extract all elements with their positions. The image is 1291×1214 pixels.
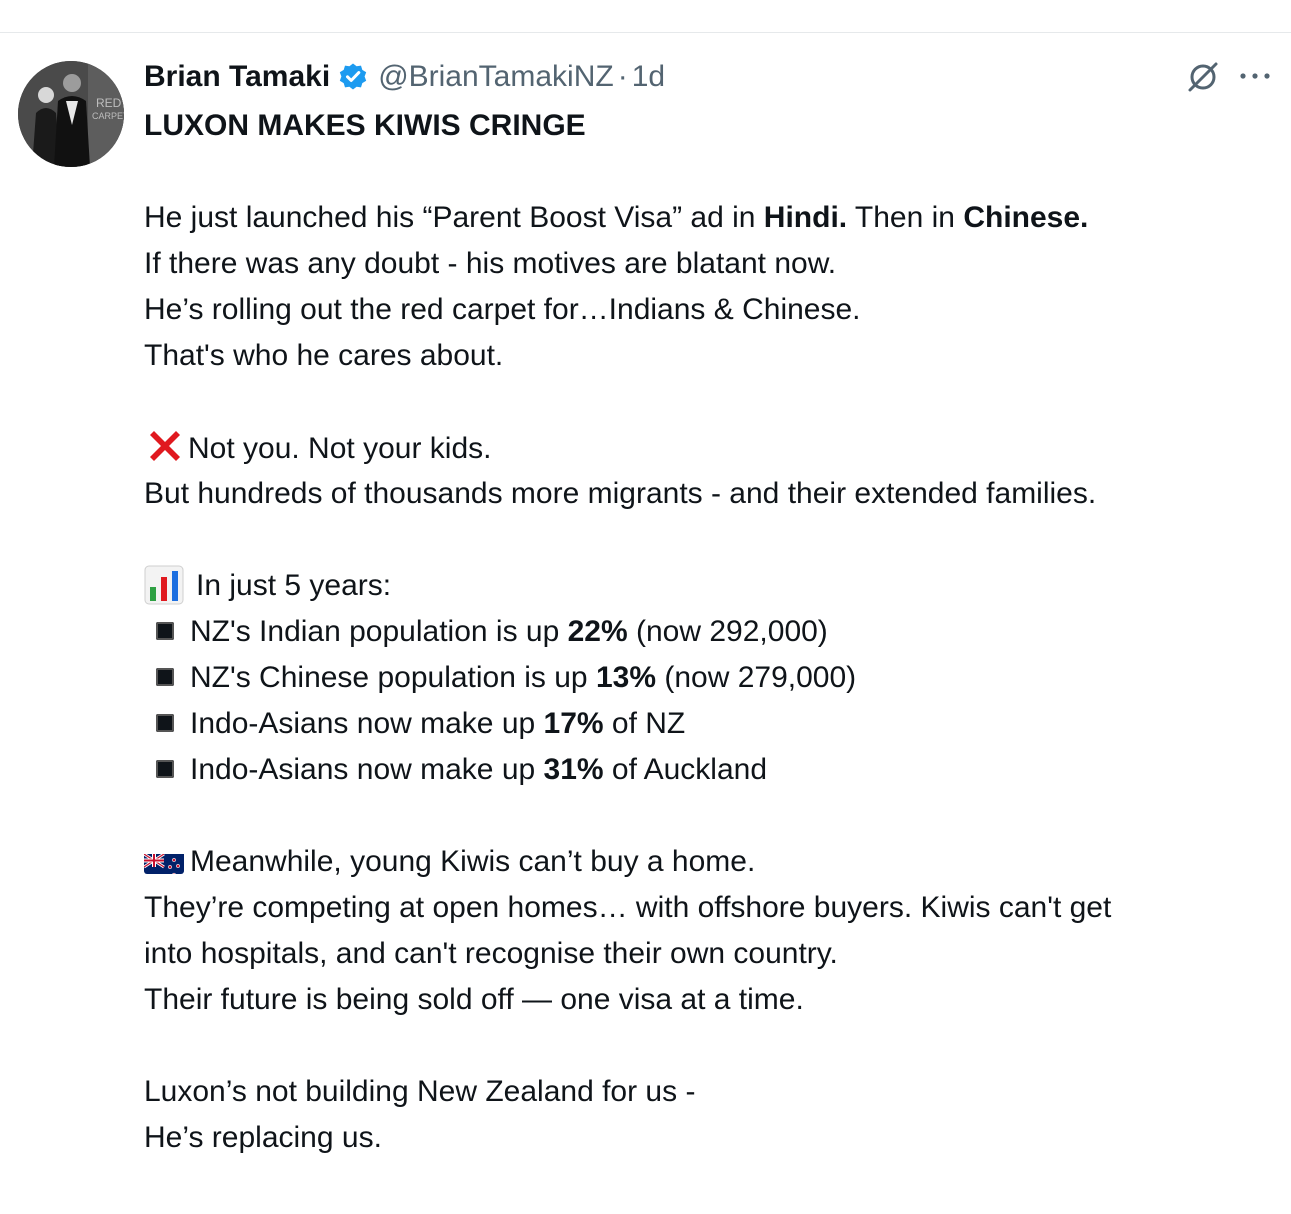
- paragraph-1-line-1: He just launched his “Parent Boost Visa”…: [144, 195, 1264, 241]
- stat-bullet: Indo-Asians now make up 17% of NZ: [144, 701, 1264, 747]
- avatar-photo: RED CARPET: [18, 61, 124, 167]
- grok-icon[interactable]: [1186, 60, 1220, 94]
- paragraph-4-line-2: They’re competing at open homes… with of…: [144, 891, 1112, 924]
- text-span: NZ's Chinese population is up: [190, 661, 596, 694]
- separator-dot: ·: [617, 60, 628, 93]
- paragraph-4-line-3: into hospitals, and can't recognise thei…: [144, 937, 838, 970]
- bold-hindi: Hindi.: [763, 201, 848, 234]
- stat-bullet: NZ's Indian population is up 22% (now 29…: [144, 609, 1264, 655]
- author-display-name[interactable]: Brian Tamaki: [144, 60, 330, 94]
- tweet-text: LUXON MAKES KIWIS CRINGE He just launche…: [144, 103, 1264, 1161]
- avatar-backdrop-text-2: CARPET: [92, 111, 124, 121]
- paragraph-1-line-3: He’s rolling out the red carpet for…Indi…: [144, 293, 861, 326]
- bold-chinese: Chinese.: [963, 201, 1089, 234]
- verified-badge-icon: [338, 62, 368, 92]
- stat-bullet: Indo-Asians now make up 31% of Auckland: [144, 747, 1264, 793]
- paragraph-1-line-4: That's who he cares about.: [144, 339, 504, 372]
- new-zealand-flag-emoji-icon: [144, 848, 184, 874]
- avatar-backdrop-text-1: RED: [96, 96, 122, 110]
- black-square-bullet-icon: [156, 668, 174, 686]
- timestamp[interactable]: 1d: [632, 60, 665, 94]
- text-span: (now 279,000): [656, 661, 857, 694]
- stats-heading: In just 5 years:: [144, 563, 1264, 609]
- tweet-header: Brian Tamaki @BrianTamakiNZ · 1d: [144, 56, 665, 98]
- stat-value: 17%: [543, 707, 604, 740]
- black-square-bullet-icon: [156, 714, 174, 732]
- text-span: of Auckland: [603, 753, 768, 786]
- text-span: Indo-Asians now make up: [190, 753, 544, 786]
- paragraph-5-line-1: Luxon’s not building New Zealand for us …: [144, 1075, 696, 1108]
- bar-chart-emoji-icon: [144, 565, 184, 605]
- text-span: of NZ: [603, 707, 686, 740]
- black-square-bullet-icon: [156, 760, 174, 778]
- paragraph-1-line-2: If there was any doubt - his motives are…: [144, 247, 837, 280]
- text-span: NZ's Indian population is up: [190, 615, 568, 648]
- paragraph-2-line-2: But hundreds of thousands more migrants …: [144, 477, 1097, 510]
- paragraph-2-line-1: Not you. Not your kids.: [144, 425, 1264, 471]
- stat-bullet: NZ's Chinese population is up 13% (now 2…: [144, 655, 1264, 701]
- text-span: Then in: [847, 201, 964, 234]
- text-span: In just 5 years:: [196, 569, 392, 602]
- text-span: Indo-Asians now make up: [190, 707, 544, 740]
- black-square-bullet-icon: [156, 622, 174, 640]
- avatar[interactable]: RED CARPET: [18, 61, 124, 167]
- author-handle[interactable]: @BrianTamakiNZ: [378, 60, 614, 94]
- text-span: Not you. Not your kids.: [188, 432, 492, 465]
- stat-value: 22%: [567, 615, 628, 648]
- cross-mark-emoji-icon: [144, 425, 186, 467]
- paragraph-4-line-1: Meanwhile, young Kiwis can’t buy a home.: [144, 839, 1264, 885]
- text-span: Meanwhile, young Kiwis can’t buy a home.: [190, 845, 756, 878]
- text-span: He just launched his “Parent Boost Visa”…: [144, 201, 764, 234]
- tweet-title: LUXON MAKES KIWIS CRINGE: [144, 109, 586, 142]
- more-options-icon[interactable]: [1238, 66, 1272, 86]
- stat-value: 13%: [595, 661, 656, 694]
- paragraph-4-line-4: Their future is being sold off — one vis…: [144, 983, 804, 1016]
- top-divider: [0, 32, 1291, 33]
- paragraph-5-line-2: He’s replacing us.: [144, 1121, 382, 1154]
- stat-value: 31%: [543, 753, 604, 786]
- text-span: (now 292,000): [627, 615, 828, 648]
